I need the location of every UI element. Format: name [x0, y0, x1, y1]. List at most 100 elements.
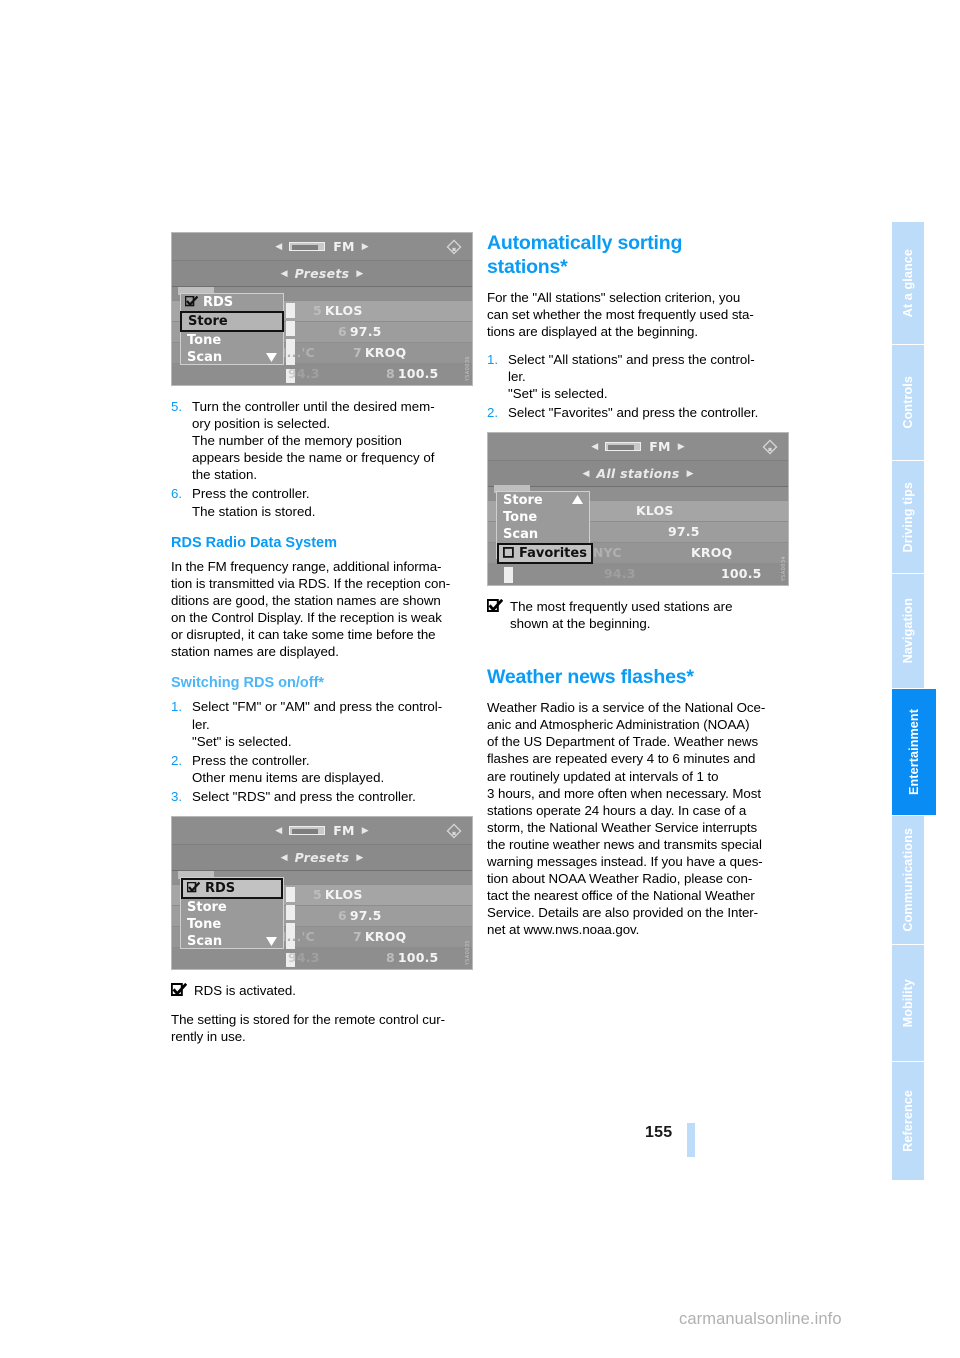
- station-entry[interactable]: 6 97.5: [338, 324, 382, 339]
- station-entry[interactable]: 7 KROQ: [353, 929, 406, 944]
- station-entry[interactable]: 7 KROQ: [353, 345, 406, 360]
- submenu-label: All stations: [596, 466, 680, 482]
- submenu-bar: ◀ All stations ▶: [488, 461, 788, 488]
- list-text: Select "RDS" and press the controller.: [192, 788, 416, 804]
- controller-icon: [446, 823, 462, 839]
- tab-communications[interactable]: Communications: [892, 816, 924, 944]
- list-number: 1.: [171, 699, 183, 715]
- sorting-step-list: 1. Select "All stations" and press the c…: [487, 351, 789, 421]
- list-number: 3.: [171, 788, 183, 804]
- radio-screenshot-preset-store: ◀ FM ▶ ◀ Presets ▶ 5 KLOS 6 97.5 7 KROQ …: [171, 232, 473, 386]
- right-column: Automatically sorting stations* For the "…: [486, 232, 789, 950]
- station-entry[interactable]: 6 97.5: [338, 908, 382, 923]
- station-entry-partial: 94.3: [604, 566, 636, 582]
- list-number: 2.: [487, 405, 499, 421]
- list-text: Turn the controller until the desired me…: [192, 399, 435, 483]
- radio-chip-icon: [605, 442, 642, 452]
- station-entry[interactable]: KLOS: [636, 503, 674, 518]
- menu-item-store[interactable]: Store: [180, 311, 284, 332]
- context-menu[interactable]: RDS Store Tone Scan: [180, 877, 284, 950]
- source-bar: ◀ FM ▶: [172, 233, 472, 261]
- menu-item-rds[interactable]: RDS: [181, 878, 283, 900]
- list-item: 3. Select "RDS" and press the controller…: [171, 788, 473, 805]
- left-arrow-icon: ◀: [591, 441, 599, 452]
- station-entry[interactable]: 97.5: [668, 524, 700, 539]
- paragraph-closing: The setting is stored for the remote con…: [171, 1012, 445, 1045]
- menu-item-favorites[interactable]: Favorites: [497, 543, 593, 565]
- radio-screenshot-all-stations: ◀ FM ▶ ◀ All stations ▶ KLOS 97.5 KROQ 1…: [487, 432, 789, 587]
- figure-code: YSA0036: [465, 355, 471, 381]
- list-text: Select "All stations" and press the cont…: [508, 351, 755, 402]
- menu-item-tone[interactable]: Tone: [181, 916, 283, 933]
- list-item: 1. Select "All stations" and press the c…: [487, 351, 789, 402]
- page-title-weather: Weather news flashes*: [487, 666, 694, 689]
- tab-driving-tips[interactable]: Driving tips: [892, 461, 924, 573]
- station-entry-partial: 94.3: [288, 950, 320, 966]
- source-bar: ◀ FM ▶: [172, 817, 472, 846]
- checkbox-checked-icon: [187, 882, 200, 893]
- list-number: 2.: [171, 752, 183, 768]
- radio-chip-icon: [289, 242, 326, 251]
- tab-controls[interactable]: Controls: [892, 345, 924, 460]
- radio-chip-icon: [289, 826, 326, 836]
- manual-page: ◀ FM ▶ ◀ Presets ▶ 5 KLOS 6 97.5 7 KROQ …: [0, 0, 960, 1358]
- source-bar: ◀ FM ▶: [488, 433, 788, 462]
- paragraph-weather: Weather Radio is a service of the Nation…: [487, 700, 766, 938]
- chevron-down-icon: [266, 937, 277, 947]
- note-text: RDS is activated.: [194, 983, 296, 999]
- figure-code: YSA0034: [781, 555, 787, 582]
- menu-item-tone[interactable]: Tone: [181, 332, 283, 349]
- station-entry[interactable]: 8 100.5: [386, 366, 438, 381]
- station-entry[interactable]: 5 KLOS: [313, 303, 363, 318]
- note-favorites: The most frequently used stations are sho…: [486, 598, 789, 632]
- source-label: FM: [333, 239, 355, 254]
- note-rds-activated: RDS is activated.: [170, 982, 473, 1000]
- checkbox-checked-icon: [170, 982, 188, 1000]
- context-menu[interactable]: RDS Store Tone Scan: [180, 293, 284, 365]
- station-entry[interactable]: 100.5: [721, 566, 762, 581]
- radio-screenshot-rds-selected: ◀ FM ▶ ◀ Presets ▶ 5 KLOS 6 97.5 7 KROQ …: [171, 816, 473, 971]
- page-number-bar: [687, 1123, 695, 1157]
- tab-at-a-glance[interactable]: At a glance: [892, 222, 924, 344]
- controller-icon: [762, 439, 778, 455]
- watermark: carmanualsonline.info: [679, 1310, 842, 1328]
- submenu-right-arrow-icon: ▶: [356, 852, 364, 863]
- left-arrow-icon: ◀: [275, 241, 283, 252]
- menu-item-rds[interactable]: RDS: [181, 294, 283, 311]
- menu-item-scan[interactable]: Scan: [181, 349, 283, 366]
- chevron-down-icon: [266, 353, 277, 362]
- section-tab-rail: At a glance Controls Driving tips Naviga…: [892, 0, 960, 1358]
- controller-icon: [446, 239, 462, 255]
- station-entry[interactable]: 5 KLOS: [313, 887, 363, 902]
- list-number: 5.: [171, 399, 183, 414]
- list-number: 1.: [487, 351, 499, 367]
- list-text: Press the controller. Other menu items ar…: [192, 752, 385, 785]
- list-number: 6.: [171, 486, 183, 502]
- note-text: The most frequently used stations are sho…: [510, 599, 733, 632]
- list-item: 5. Turn the controller until the desired…: [171, 398, 473, 483]
- list-item: 2. Press the controller. Other menu items…: [171, 752, 473, 786]
- tab-navigation[interactable]: Navigation: [892, 574, 924, 688]
- menu-item-store[interactable]: Store: [497, 492, 589, 509]
- page-title-auto-sorting: Automatically sorting stations*: [487, 232, 683, 278]
- station-entry[interactable]: KROQ: [691, 545, 732, 560]
- checkbox-checked-icon: [185, 296, 198, 307]
- tab-mobility[interactable]: Mobility: [892, 945, 924, 1061]
- context-menu[interactable]: Store Tone Scan Favorites: [496, 491, 593, 565]
- tab-reference[interactable]: Reference: [892, 1062, 924, 1180]
- page-number: 155: [645, 1124, 673, 1141]
- menu-item-tone[interactable]: Tone: [497, 509, 589, 526]
- right-arrow-icon: ▶: [361, 825, 369, 836]
- submenu-left-arrow-icon: ◀: [280, 268, 288, 279]
- submenu-left-arrow-icon: ◀: [280, 852, 288, 863]
- tab-entertainment[interactable]: Entertainment: [892, 689, 936, 815]
- checkbox-unchecked-icon: [503, 547, 514, 559]
- section-heading-rds: RDS Radio Data System: [171, 534, 337, 551]
- menu-item-scan[interactable]: Scan: [497, 526, 589, 543]
- left-column: ◀ FM ▶ ◀ Presets ▶ 5 KLOS 6 97.5 7 KROQ …: [170, 232, 473, 1056]
- menu-item-scan[interactable]: Scan: [181, 933, 283, 950]
- station-entry[interactable]: 8 100.5: [386, 950, 438, 965]
- submenu-right-arrow-icon: ▶: [356, 268, 364, 279]
- menu-item-store[interactable]: Store: [181, 899, 283, 916]
- submenu-left-arrow-icon: ◀: [582, 468, 590, 479]
